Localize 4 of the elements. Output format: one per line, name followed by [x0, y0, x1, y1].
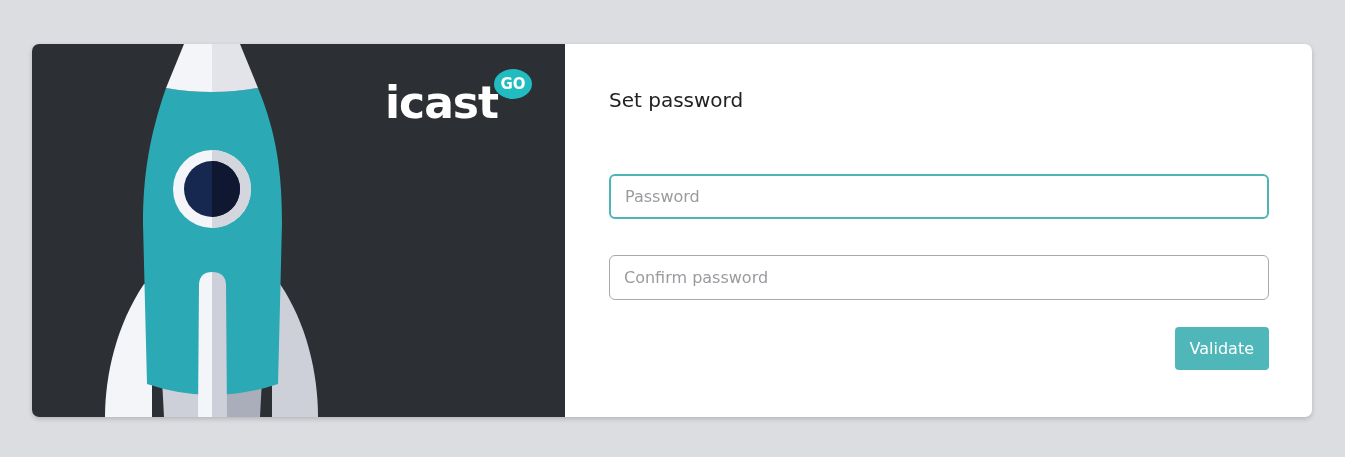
validate-button[interactable]: Validate [1174, 327, 1269, 370]
password-field[interactable]: Confirm password [609, 255, 1269, 300]
password-field[interactable]: Password [609, 174, 1269, 219]
form-title: Set password [609, 88, 745, 112]
